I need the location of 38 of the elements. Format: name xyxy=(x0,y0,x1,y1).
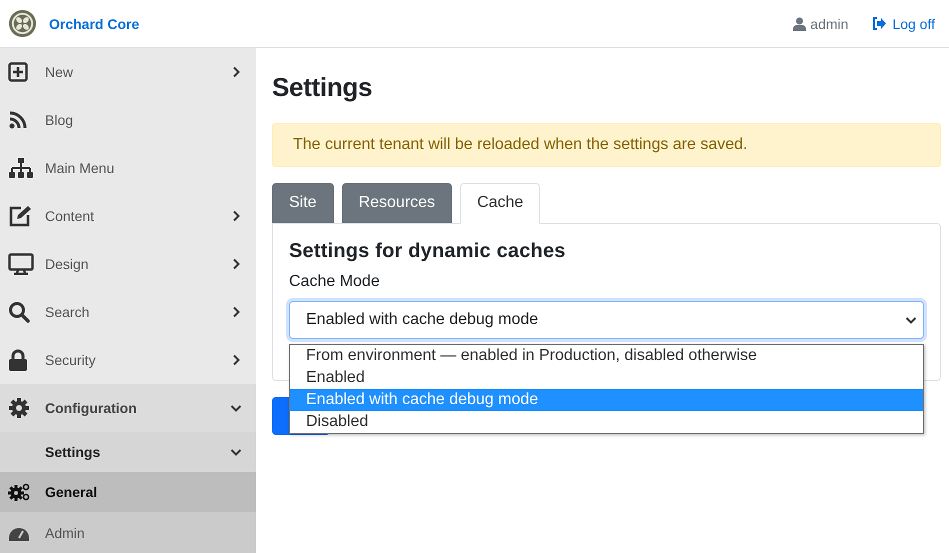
rss-icon xyxy=(8,110,28,130)
dropdown-option[interactable]: Enabled with cache debug mode xyxy=(290,389,923,411)
sidebar-item[interactable]: Security xyxy=(0,336,256,384)
monitor-icon xyxy=(8,253,34,275)
dropdown-option[interactable]: Enabled xyxy=(290,367,923,389)
field-label: Cache Mode xyxy=(289,273,381,291)
sidebar-item[interactable]: Design xyxy=(0,240,256,288)
plus-square-icon xyxy=(8,62,28,82)
page-title: Settings xyxy=(272,72,374,103)
logoff-link[interactable]: Log off xyxy=(872,16,935,32)
gear-icon xyxy=(8,397,30,419)
sign-out-icon xyxy=(872,17,886,30)
search-icon xyxy=(8,301,30,323)
logo-icon xyxy=(8,9,37,38)
brand-link[interactable]: Orchard Core xyxy=(49,16,140,32)
user-name: admin xyxy=(810,16,848,32)
alert-message: The current tenant will be reloaded when the settings are saved. xyxy=(272,123,941,167)
tab[interactable]: Resources xyxy=(342,183,452,223)
gears-icon xyxy=(8,482,30,502)
sidebar-item[interactable]: Settings xyxy=(0,432,256,472)
tab[interactable]: Site xyxy=(272,183,334,223)
sidebar-item[interactable]: Main Menu xyxy=(0,144,256,192)
user-icon xyxy=(793,16,806,30)
dropdown-option[interactable]: Disabled xyxy=(290,411,923,433)
sitemap-icon xyxy=(8,157,34,179)
sidebar-item[interactable]: Content xyxy=(0,192,256,240)
sidebar-item[interactable]: Blog xyxy=(0,96,256,144)
tab[interactable]: Cache xyxy=(460,183,540,224)
sidebar-item[interactable]: New xyxy=(0,48,256,96)
sidebar-item[interactable]: Admin xyxy=(0,512,256,553)
cache-mode-select[interactable]: Enabled with cache debug mode xyxy=(289,301,924,339)
panel-heading: Settings for dynamic caches xyxy=(289,240,567,263)
sidebar-item[interactable]: Configuration xyxy=(0,384,256,432)
sidebar-item[interactable]: Search xyxy=(0,288,256,336)
sidebar-item[interactable]: General xyxy=(0,472,256,512)
lock-icon xyxy=(8,349,28,371)
dropdown-option[interactable]: From environment — enabled in Production, disabled otherwise xyxy=(290,345,923,367)
edit-icon xyxy=(8,205,32,227)
